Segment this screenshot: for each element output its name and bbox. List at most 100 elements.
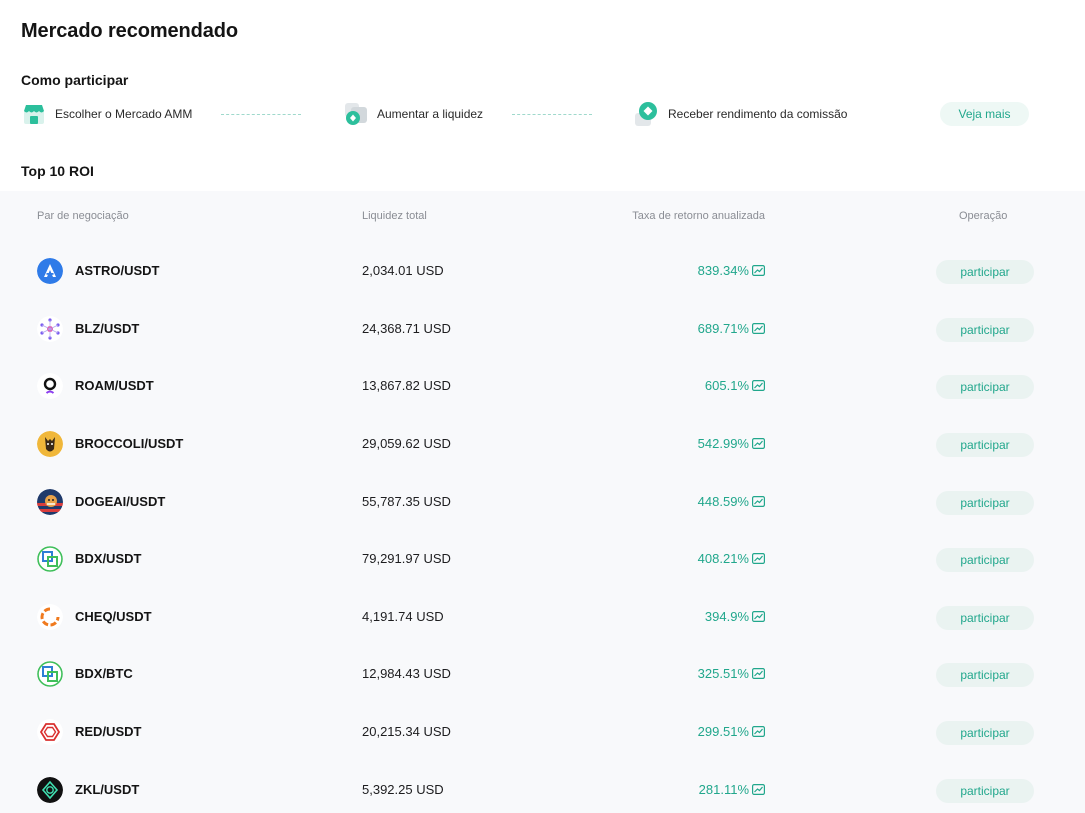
participate-button[interactable]: participar [936, 663, 1034, 687]
chart-icon[interactable] [752, 438, 765, 449]
annualized-roi: 299.51% [697, 724, 749, 739]
pair-name: CHEQ/USDT [75, 609, 152, 624]
pair-name: BDX/BTC [75, 666, 133, 681]
chart-icon[interactable] [752, 668, 765, 679]
total-liquidity: 5,392.25 USD [362, 782, 444, 797]
pair-name: ROAM/USDT [75, 378, 154, 393]
bdx-coin-icon [37, 546, 63, 572]
total-liquidity: 20,215.34 USD [362, 724, 451, 739]
annualized-roi: 408.21% [697, 551, 749, 566]
bdx-coin-icon [37, 661, 63, 687]
chart-icon[interactable] [752, 265, 765, 276]
chart-icon[interactable] [752, 726, 765, 737]
annualized-roi: 448.59% [697, 494, 749, 509]
how-to-title: Como participar [21, 72, 129, 88]
roi-cell: 605.1% [705, 378, 765, 393]
pair-name: RED/USDT [75, 724, 142, 739]
add-liquidity-icon [343, 101, 369, 127]
roi-cell: 325.51% [698, 666, 765, 681]
see-more-button[interactable]: Veja mais [940, 102, 1029, 126]
participate-button[interactable]: participar [936, 491, 1034, 515]
red-coin-icon [37, 719, 63, 745]
chart-icon[interactable] [752, 323, 765, 334]
step-label: Aumentar a liquidez [377, 107, 484, 121]
participate-button[interactable]: participar [936, 433, 1034, 457]
pair-name: BLZ/USDT [75, 321, 140, 336]
roi-cell: 281.11% [699, 782, 765, 797]
table-row: BROCCOLI/USDT 29,059.62 USD 542.99% part… [0, 424, 1085, 464]
dogeai-coin-icon [37, 489, 63, 515]
roi-cell: 542.99% [698, 436, 765, 451]
table-row: ROAM/USDT 13,867.82 USD 605.1% participa… [0, 366, 1085, 406]
roi-cell: 839.34% [698, 263, 765, 278]
table-row: ASTRO/USDT 2,034.01 USD 839.34% particip… [0, 251, 1085, 291]
roam-coin-icon [37, 373, 63, 399]
annualized-roi: 542.99% [697, 436, 749, 451]
table-row: BDX/USDT 79,291.97 USD 408.21% participa… [0, 539, 1085, 579]
column-header-operation: Operação [959, 210, 1008, 222]
store-icon [21, 101, 47, 127]
table-row: RED/USDT 20,215.34 USD 299.51% participa… [0, 712, 1085, 752]
participate-button[interactable]: participar [936, 260, 1034, 284]
total-liquidity: 79,291.97 USD [362, 551, 451, 566]
column-header-pair: Par de negociação [37, 210, 129, 222]
how-to-steps: Escolher o Mercado AMM Aumentar a liquid… [21, 100, 1031, 128]
table-row: BDX/BTC 12,984.43 USD 325.51% participar [0, 654, 1085, 694]
annualized-roi: 281.11% [698, 782, 749, 797]
step-label: Receber rendimento da comissão [668, 107, 848, 121]
participate-button[interactable]: participar [936, 721, 1034, 745]
total-liquidity: 4,191.74 USD [362, 609, 444, 624]
step-label: Escolher o Mercado AMM [55, 107, 193, 121]
participate-button[interactable]: participar [936, 548, 1034, 572]
pair-name: BDX/USDT [75, 551, 142, 566]
roi-cell: 448.59% [698, 494, 765, 509]
roi-cell: 394.9% [705, 609, 765, 624]
table-row: DOGEAI/USDT 55,787.35 USD 448.59% partic… [0, 482, 1085, 522]
astro-coin-icon [37, 258, 63, 284]
pair-name: ASTRO/USDT [75, 263, 160, 278]
table-row: ZKL/USDT 5,392.25 USD 281.11% participar [0, 770, 1085, 810]
chart-icon[interactable] [752, 553, 765, 564]
table-row: BLZ/USDT 24,368.71 USD 689.71% participa… [0, 309, 1085, 349]
step-receive-commission: Receber rendimento da comissão [634, 100, 847, 128]
participate-button[interactable]: participar [936, 779, 1034, 803]
total-liquidity: 2,034.01 USD [362, 263, 444, 278]
blz-coin-icon [37, 316, 63, 342]
table-row: CHEQ/USDT 4,191.74 USD 394.9% participar [0, 597, 1085, 637]
pair-name: DOGEAI/USDT [75, 494, 166, 509]
step-connector [512, 114, 592, 115]
chart-icon[interactable] [752, 496, 765, 507]
step-connector [221, 114, 301, 115]
total-liquidity: 13,867.82 USD [362, 378, 451, 393]
roi-cell: 689.71% [698, 321, 765, 336]
total-liquidity: 24,368.71 USD [362, 321, 451, 336]
page-title: Mercado recomendado [21, 20, 239, 42]
annualized-roi: 839.34% [697, 263, 749, 278]
chart-icon[interactable] [752, 784, 765, 795]
cheq-coin-icon [37, 604, 63, 630]
roi-cell: 408.21% [698, 551, 765, 566]
total-liquidity: 29,059.62 USD [362, 436, 451, 451]
pair-name: BROCCOLI/USDT [75, 436, 184, 451]
zkl-coin-icon [37, 777, 63, 803]
annualized-roi: 605.1% [704, 378, 749, 393]
participate-button[interactable]: participar [936, 606, 1034, 630]
step-add-liquidity: Aumentar a liquidez [343, 100, 483, 128]
column-header-liquidity: Liquidez total [362, 210, 427, 222]
chart-icon[interactable] [752, 380, 765, 391]
total-liquidity: 55,787.35 USD [362, 494, 451, 509]
step-choose-market: Escolher o Mercado AMM [21, 100, 192, 128]
annualized-roi: 394.9% [704, 609, 749, 624]
column-header-roi: Taxa de retorno anualizada [632, 210, 765, 222]
top-roi-table: Par de negociação Liquidez total Taxa de… [0, 191, 1085, 813]
chart-icon[interactable] [752, 611, 765, 622]
broccoli-coin-icon [37, 431, 63, 457]
top-roi-title: Top 10 ROI [21, 163, 94, 179]
roi-cell: 299.51% [698, 724, 765, 739]
participate-button[interactable]: participar [936, 318, 1034, 342]
annualized-roi: 689.71% [697, 321, 749, 336]
participate-button[interactable]: participar [936, 375, 1034, 399]
total-liquidity: 12,984.43 USD [362, 666, 451, 681]
pair-name: ZKL/USDT [75, 782, 140, 797]
annualized-roi: 325.51% [697, 666, 749, 681]
